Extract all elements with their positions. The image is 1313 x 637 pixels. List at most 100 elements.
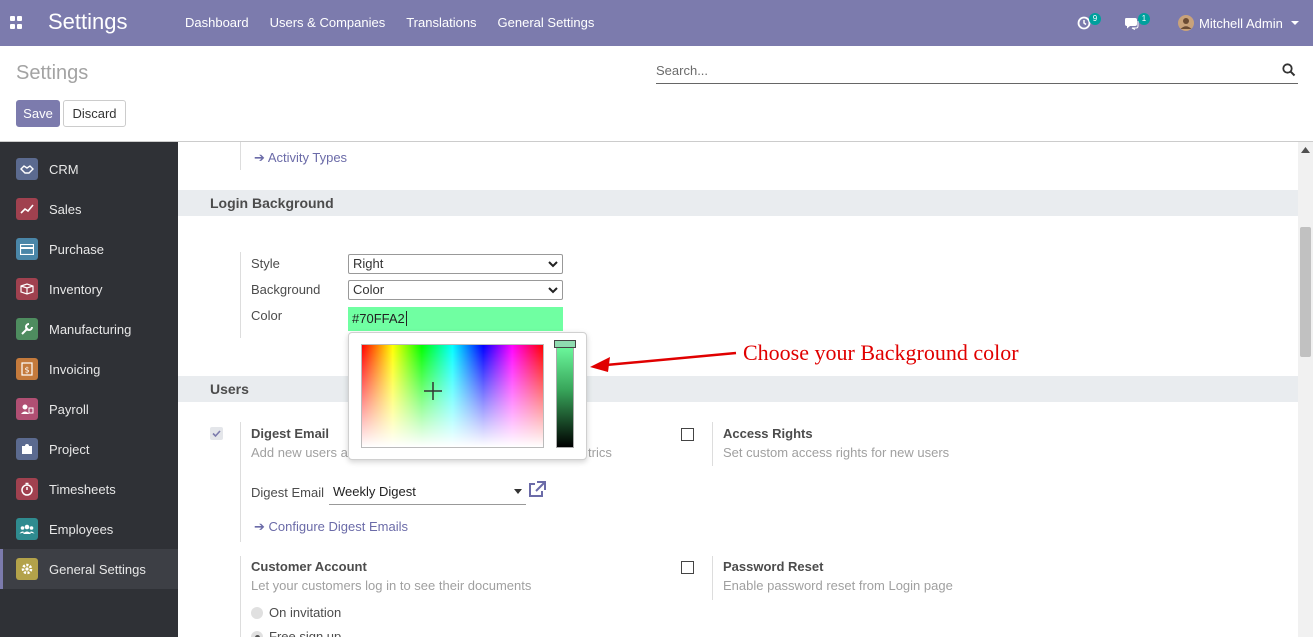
user-name: Mitchell Admin: [1199, 15, 1283, 31]
search-bar: [656, 60, 1298, 84]
menu-general-settings[interactable]: General Settings: [498, 15, 595, 30]
wrench-icon: [16, 318, 38, 340]
settings-content: ➔ Activity Types Login Background Style …: [178, 142, 1298, 637]
sidebar-item-timesheets[interactable]: Timesheets: [0, 469, 178, 509]
sidebar-item-general-settings[interactable]: General Settings: [0, 549, 178, 589]
free-signup-radio[interactable]: [251, 631, 263, 637]
external-link-icon[interactable]: [528, 481, 546, 498]
handshake-icon: [16, 158, 38, 180]
sidebar-item-purchase[interactable]: Purchase: [0, 229, 178, 269]
search-icon[interactable]: [1282, 63, 1296, 77]
access-rights-checkbox[interactable]: [681, 428, 694, 441]
puzzle-icon: [16, 438, 38, 460]
user-card-icon: [16, 398, 38, 420]
color-lightness-slider[interactable]: [556, 342, 574, 448]
section-title: Login Background: [210, 195, 334, 211]
sidebar-item-invoicing[interactable]: $ Invoicing: [0, 349, 178, 389]
sidebar-item-sales[interactable]: Sales: [0, 189, 178, 229]
invoice-icon: $: [16, 358, 38, 380]
sidebar-item-inventory[interactable]: Inventory: [0, 269, 178, 309]
style-label: Style: [251, 256, 280, 271]
style-value: Right: [353, 256, 384, 271]
chevron-down-icon: [548, 261, 558, 268]
page-title: Settings: [16, 62, 89, 84]
color-input[interactable]: #70FFA2: [348, 307, 563, 331]
style-select[interactable]: Right: [348, 254, 563, 274]
menu-dashboard[interactable]: Dashboard: [185, 15, 249, 30]
chevron-down-icon: [548, 287, 558, 294]
background-select[interactable]: Color: [348, 280, 563, 300]
chart-icon: [16, 198, 38, 220]
menu-translations[interactable]: Translations: [406, 15, 476, 30]
content-scrollbar[interactable]: [1298, 142, 1313, 637]
top-navbar: Settings Dashboard Users & Companies Tra…: [0, 0, 1313, 46]
control-panel: Settings Save Discard: [0, 46, 1313, 142]
color-picker-popover: [348, 332, 587, 460]
users-icon: [16, 518, 38, 540]
box-icon: [16, 278, 38, 300]
configure-digest-emails-link[interactable]: ➔ Configure Digest Emails: [254, 519, 408, 535]
divider: [240, 252, 241, 338]
sidebar-item-manufacturing[interactable]: Manufacturing: [0, 309, 178, 349]
activity-count-badge: 9: [1089, 13, 1101, 25]
on-invitation-radio[interactable]: [251, 607, 263, 619]
digest-email-checkbox[interactable]: [210, 427, 223, 440]
message-count-badge: 1: [1138, 13, 1150, 25]
sidebar-item-label: Timesheets: [49, 481, 116, 497]
apps-menu-icon[interactable]: [10, 16, 23, 29]
password-reset-description: Enable password reset from Login page: [723, 578, 953, 593]
password-reset-title: Password Reset: [723, 559, 824, 574]
settings-sidebar: CRM Sales Purchase Inventory Manufacturi…: [0, 142, 178, 637]
digest-field-value: Weekly Digest: [333, 484, 416, 499]
discard-button[interactable]: Discard: [63, 100, 126, 127]
access-rights-description: Set custom access rights for new users: [723, 445, 950, 460]
menu-users-companies[interactable]: Users & Companies: [270, 15, 386, 30]
password-reset-checkbox[interactable]: [681, 561, 694, 574]
sidebar-item-label: Inventory: [49, 281, 103, 297]
activity-types-link[interactable]: ➔ Activity Types: [254, 150, 347, 166]
sidebar-item-payroll[interactable]: Payroll: [0, 389, 178, 429]
sidebar-item-crm[interactable]: CRM: [0, 149, 178, 189]
chevron-down-icon: [1290, 21, 1299, 25]
annotation-arrow: [590, 351, 737, 372]
scroll-up-icon[interactable]: [1301, 147, 1310, 153]
sidebar-item-label: Employees: [49, 521, 114, 537]
digest-email-select[interactable]: Weekly Digest: [329, 479, 526, 505]
user-menu[interactable]: Mitchell Admin: [1178, 0, 1300, 46]
customer-account-description: Let your customers log in to see their d…: [251, 578, 532, 593]
section-login-background: Login Background: [178, 190, 1298, 216]
annotation-text: Choose your Background color: [743, 340, 1019, 365]
sidebar-item-label: Invoicing: [49, 361, 101, 377]
on-invitation-label: On invitation: [269, 605, 342, 620]
background-value: Color: [353, 282, 385, 297]
sidebar-item-employees[interactable]: Employees: [0, 509, 178, 549]
sidebar-item-label: Manufacturing: [49, 321, 132, 337]
color-saturation-area[interactable]: [361, 344, 544, 448]
sidebar-item-label: Project: [49, 441, 90, 457]
messaging-systray[interactable]: 1: [1124, 0, 1150, 46]
free-signup-label: Free sign up: [269, 629, 342, 637]
arrow-right-icon: ➔: [254, 150, 265, 165]
digest-email-description: Add new users a: [251, 445, 348, 460]
crosshair-icon: [424, 382, 442, 400]
avatar: [1178, 15, 1194, 31]
check-icon: [212, 430, 221, 438]
scrollbar-thumb[interactable]: [1300, 227, 1311, 357]
divider: [712, 556, 713, 600]
sidebar-item-label: General Settings: [49, 561, 146, 577]
section-users: Users: [178, 376, 1298, 402]
sidebar-item-project[interactable]: Project: [0, 429, 178, 469]
activity-systray[interactable]: 9: [1077, 0, 1101, 46]
divider: [240, 556, 241, 637]
save-button[interactable]: Save: [16, 100, 60, 127]
sidebar-item-label: Purchase: [49, 241, 104, 257]
activity-types-label: Activity Types: [267, 150, 348, 165]
search-input[interactable]: [656, 60, 1256, 78]
lightness-slider-handle[interactable]: [554, 340, 576, 348]
digest-email-title: Digest Email: [251, 426, 330, 441]
sidebar-item-label: Sales: [49, 201, 82, 217]
app-brand: Settings: [48, 9, 128, 34]
color-value: #70FFA2: [352, 311, 405, 326]
sidebar-item-label: Payroll: [49, 401, 89, 417]
text-cursor: [405, 311, 407, 326]
